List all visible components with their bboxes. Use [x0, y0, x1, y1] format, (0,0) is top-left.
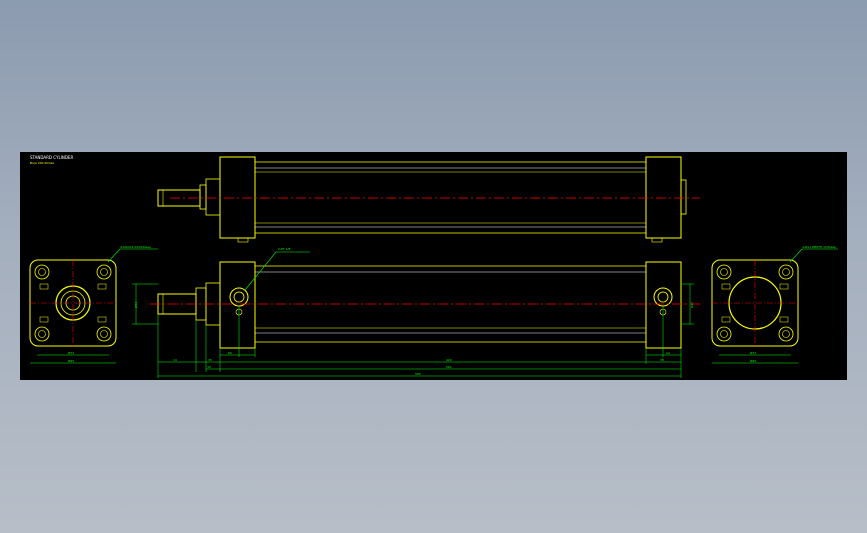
right-bolt-tl-inner	[720, 268, 728, 276]
left-bolt-tl-inner	[38, 268, 46, 276]
dim-rod-seg-label: 30	[207, 365, 211, 369]
left-dim-inner-label: Ø72	[68, 350, 74, 355]
right-slot-4	[779, 316, 789, 323]
front-head-port	[229, 287, 249, 307]
top-tail-boss	[680, 179, 687, 215]
front-tail-port	[653, 287, 673, 307]
top-tail-cap	[645, 156, 682, 239]
port-leader	[244, 251, 277, 291]
right-slot-2	[779, 283, 789, 290]
dim-overall-label: 561	[446, 365, 452, 369]
left-slot-3	[39, 316, 49, 323]
left-bolt-tr	[96, 264, 112, 280]
top-nut-right	[651, 237, 663, 243]
left-bolt-br-inner	[100, 330, 108, 338]
dim-total-label: 585	[415, 372, 421, 376]
right-end-view: 4-Ø11 DEPTH 15/Deep Ø72 Ø95	[711, 244, 838, 364]
front-view: 2-PT 1/8	[150, 247, 700, 349]
dim-rod-ext-label: 14	[173, 358, 177, 362]
top-view	[157, 156, 700, 243]
right-bolt-tr-inner	[782, 268, 790, 276]
port-callout-text: 2-PT 1/8	[278, 247, 291, 251]
left-bolt-bl	[34, 326, 50, 342]
top-rod-gland	[205, 178, 221, 216]
left-end-leader	[107, 248, 121, 263]
right-bolt-tr	[778, 264, 794, 280]
right-bolt-tl	[716, 264, 732, 280]
dim-right-height-label: Ø45	[689, 302, 694, 308]
right-end-leader	[789, 248, 803, 263]
left-slot-4	[97, 316, 107, 323]
right-bolt-br	[778, 326, 794, 342]
front-tail-cap	[645, 261, 682, 349]
dim-left-height-label: Ø43	[133, 302, 138, 308]
top-nut-left	[237, 237, 249, 243]
left-end-note: 4-M10X1.5X20/Deep	[120, 245, 151, 249]
right-bolt-bl	[716, 326, 732, 342]
right-slot-3	[721, 316, 731, 323]
dim-tail-port-label: 38	[660, 358, 664, 362]
right-dim-outer-label: Ø95	[750, 358, 756, 363]
drawing-subtitle: Bore 200 Stroke	[30, 161, 54, 165]
left-slot-1	[39, 283, 49, 290]
top-rod-neck	[199, 184, 207, 210]
right-slot-1	[721, 283, 731, 290]
left-bolt-bl-inner	[38, 330, 46, 338]
left-slot-2	[97, 283, 107, 290]
right-bolt-bl-inner	[720, 330, 728, 338]
right-end-note: 4-Ø11 DEPTH 15/Deep	[802, 244, 836, 249]
dim-stroke-label: 420	[446, 358, 452, 362]
left-end-view: 4-M10X1.5X20/Deep Ø72 Ø95	[29, 245, 158, 364]
left-dim-outer-label: Ø95	[68, 358, 74, 363]
cylinder-drawing: STANDARD CYLINDER Bore 200 Stroke 2-PT 1…	[29, 155, 838, 378]
front-dimensions: 60 14 14 35 420 38 30 561 585 Ø43 Ø45	[132, 283, 694, 378]
right-dim-inner-label: Ø72	[750, 350, 756, 355]
cad-drawing-canvas[interactable]: STANDARD CYLINDER Bore 200 Stroke 2-PT 1…	[20, 152, 847, 380]
drawing-title: STANDARD CYLINDER	[30, 155, 73, 160]
dim-tail-cap-label: 14	[666, 351, 670, 355]
front-tail-port-inner	[657, 291, 669, 303]
left-bolt-br	[96, 326, 112, 342]
dim-cap-label: 60	[228, 351, 232, 355]
left-bolt-tr-inner	[100, 268, 108, 276]
dim-head-port-label: 35	[208, 358, 212, 362]
right-bolt-br-inner	[782, 330, 790, 338]
top-head-cap	[219, 156, 256, 239]
front-head-port-inner	[233, 291, 245, 303]
left-bolt-tl	[34, 264, 50, 280]
front-head-cap	[219, 261, 256, 349]
